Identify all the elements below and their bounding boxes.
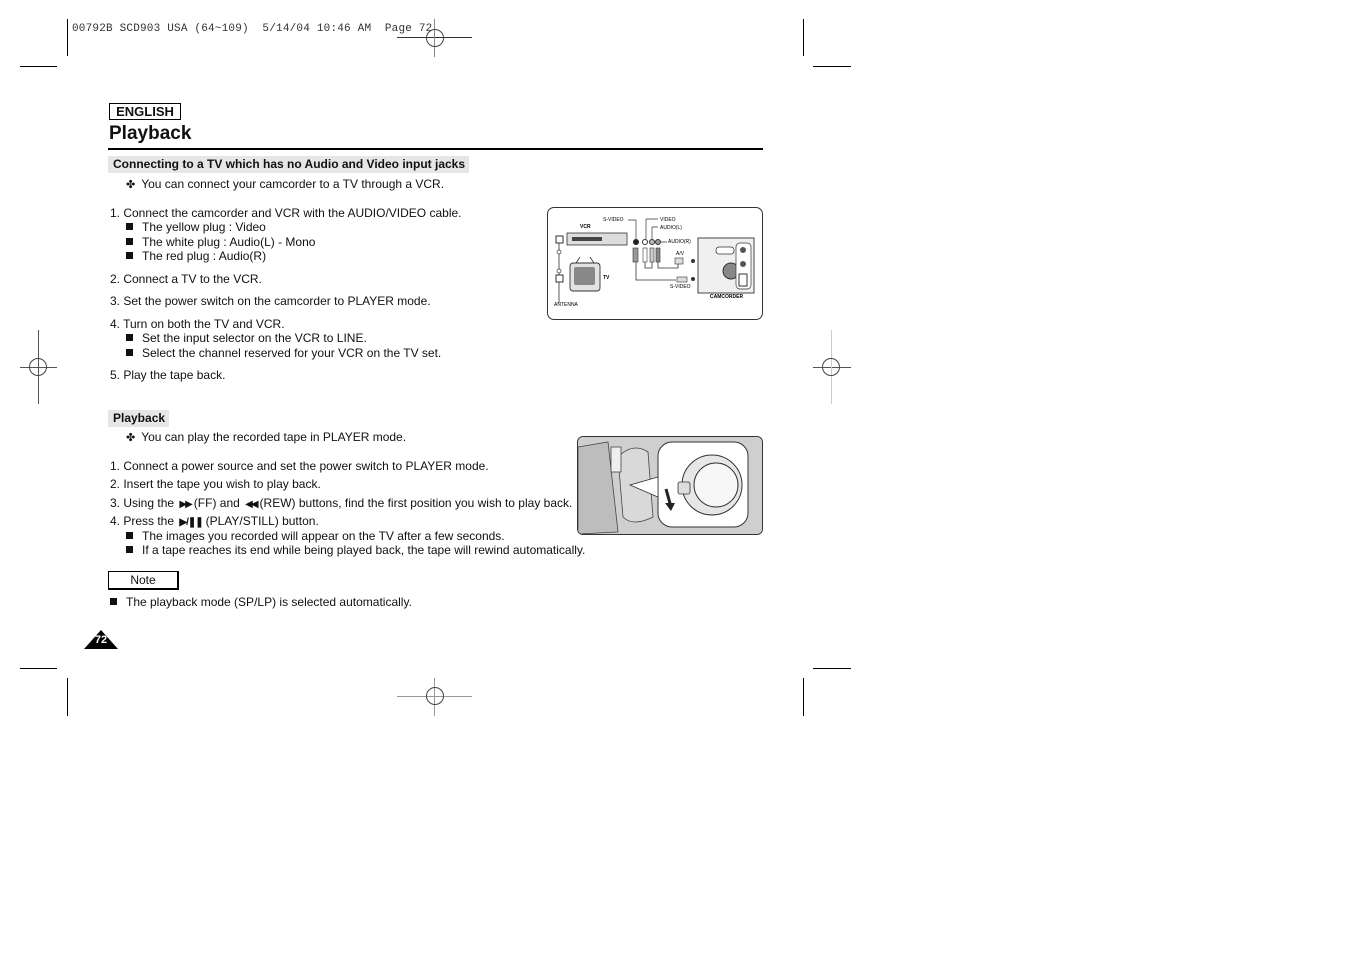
rewind-icon: ◀◀	[245, 499, 258, 510]
step-1-bullet: The yellow plug : Video	[126, 220, 266, 234]
crop-mark	[20, 668, 57, 669]
square-bullet-icon	[126, 334, 133, 341]
label-video: VIDEO	[660, 217, 676, 223]
square-bullet-icon	[126, 532, 133, 539]
playback-step-4-bullet: If a tape reaches its end while being pl…	[126, 543, 585, 557]
crop-mark	[813, 66, 851, 67]
label-audio-l: AUDIO(L)	[660, 225, 682, 231]
label-av: A/V	[676, 251, 685, 257]
label-audio-r: AUDIO(R)	[668, 239, 691, 245]
page-title: Playback	[109, 123, 192, 144]
step-4-bullet: Select the channel reserved for your VCR…	[126, 346, 441, 360]
crop-mark	[67, 678, 68, 716]
print-slug: 00792B SCD903 USA (64~109) 5/14/04 10:46…	[72, 23, 433, 35]
power-switch-illustration	[577, 436, 763, 535]
crop-mark	[803, 678, 804, 716]
step-1-bullet: The red plug : Audio(R)	[126, 249, 266, 263]
section-heading-playback: Playback	[108, 410, 170, 427]
section-intro: ✤ You can connect your camcorder to a TV …	[126, 177, 445, 191]
section-intro: ✤ You can play the recorded tape in PLAYE…	[126, 430, 407, 444]
playback-step-2: 2. Insert the tape you wish to play back…	[110, 477, 321, 491]
step-1-bullet: The white plug : Audio(L) - Mono	[126, 235, 315, 249]
square-bullet-icon	[126, 546, 133, 553]
step-5: 5. Play the tape back.	[110, 368, 226, 382]
cross-bullet-icon: ✤	[126, 432, 136, 444]
step-1: 1. Connect the camcorder and VCR with th…	[110, 206, 462, 220]
square-bullet-icon	[126, 252, 133, 259]
square-bullet-icon	[126, 349, 133, 356]
label-antenna: ANTENNA	[554, 302, 579, 308]
step-4: 4. Turn on both the TV and VCR.	[110, 317, 285, 331]
connection-diagram: VCR ANTENNA TV S-VIDEO VIDEO AUDIO(L) AU…	[547, 207, 763, 320]
playback-step-3: 3. Using the ▶▶ (FF) and ◀◀ (REW) buttons,…	[110, 496, 573, 510]
tv-illustration	[569, 256, 601, 292]
crop-mark	[813, 668, 851, 669]
play-pause-icon: ▶/❚❚	[179, 517, 203, 528]
label-tv: TV	[603, 275, 610, 281]
page-number: 72	[94, 634, 108, 646]
crop-mark	[67, 19, 68, 56]
square-bullet-icon	[126, 223, 133, 230]
language-badge: ENGLISH	[109, 103, 181, 120]
label-s-video-top: S-VIDEO	[603, 217, 624, 223]
playback-step-4-bullet: The images you recorded will appear on t…	[126, 529, 505, 543]
label-s-video-bottom: S-VIDEO	[670, 284, 691, 290]
playback-step-1: 1. Connect a power source and set the po…	[110, 459, 489, 473]
label-vcr: VCR	[580, 224, 591, 230]
crop-mark	[803, 19, 804, 56]
step-2: 2. Connect a TV to the VCR.	[110, 272, 262, 286]
square-bullet-icon	[126, 238, 133, 245]
note-label: Note	[108, 571, 179, 590]
step-3: 3. Set the power switch on the camcorder…	[110, 294, 431, 308]
label-camcorder: CAMCORDER	[710, 294, 743, 300]
title-divider	[108, 148, 763, 150]
cross-bullet-icon: ✤	[126, 179, 136, 191]
crop-mark	[20, 66, 57, 67]
step-4-bullet: Set the input selector on the VCR to LIN…	[126, 331, 367, 345]
vcr-illustration	[555, 232, 628, 246]
fast-forward-icon: ▶▶	[179, 499, 192, 510]
note-text: The playback mode (SP/LP) is selected au…	[110, 595, 412, 609]
square-bullet-icon	[110, 598, 117, 605]
section-heading-connect-tv: Connecting to a TV which has no Audio an…	[108, 156, 470, 173]
playback-step-4: 4. Press the ▶/❚❚ (PLAY/STILL) button.	[110, 514, 319, 528]
camcorder-panel-illustration	[697, 237, 755, 294]
